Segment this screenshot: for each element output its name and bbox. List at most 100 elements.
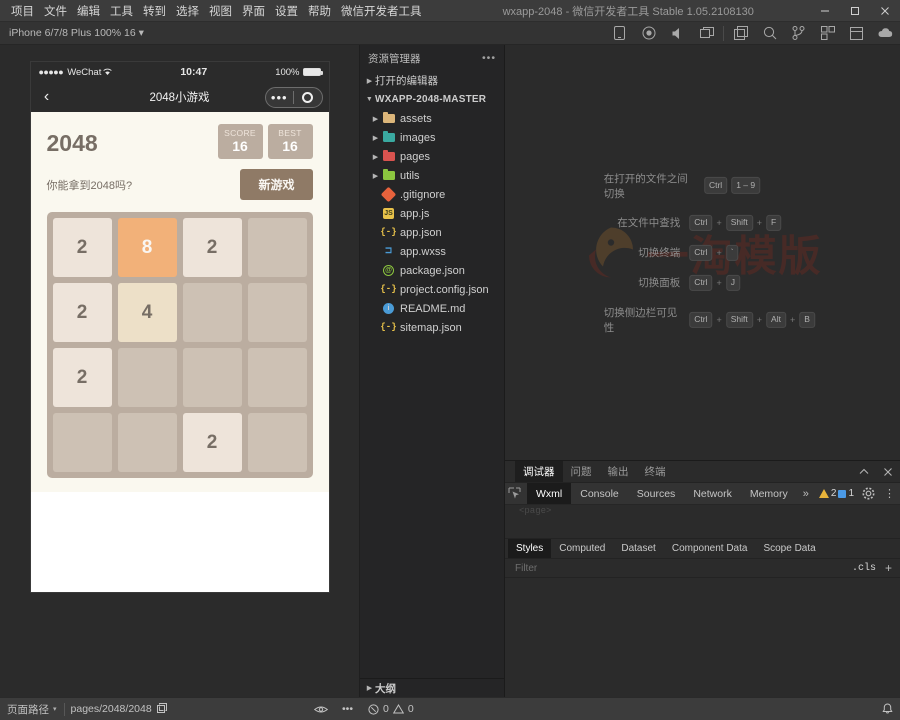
device-selector[interactable]: iPhone 6/7/8 Plus 100% 16 ▾ [0,27,144,39]
volume-icon[interactable] [663,22,692,44]
debugger-tab-2[interactable]: 输出 [600,461,637,482]
phone-icon[interactable] [605,22,634,44]
warning-triangle-icon [819,489,829,498]
file-tree-item-label: sitemap.json [400,322,462,334]
inspect-icon[interactable] [508,485,521,503]
game-board[interactable]: 2822422 [47,212,313,478]
key-joiner: + [716,217,721,227]
file-tree-item-sitemap-json[interactable]: {-}sitemap.json [360,318,504,337]
eye-icon[interactable] [307,698,335,720]
maximize-icon[interactable] [840,0,870,21]
close-icon[interactable] [870,0,900,21]
new-game-button[interactable]: 新游戏 [240,169,312,200]
bell-icon[interactable] [875,698,900,720]
copy-files-icon[interactable] [726,22,755,44]
gear-icon[interactable] [858,483,879,505]
json-file-icon: {-} [381,228,396,237]
file-tree-item-package-json[interactable]: @package.json [360,261,504,280]
open-editors-section[interactable]: ▶ 打开的编辑器 [360,71,504,90]
style-tab-computed[interactable]: Computed [551,539,613,558]
file-tree-item-project-config-json[interactable]: {-}project.config.json [360,280,504,299]
search-icon[interactable] [755,22,784,44]
back-chevron-icon[interactable]: ‹ [37,88,57,106]
page-path-selector[interactable]: 页面路径 ▾ [0,698,64,720]
file-tree-item-readme-md[interactable]: iREADME.md [360,299,504,318]
carrier-label: WeChat [67,67,101,78]
project-root-section[interactable]: ▼ WXAPP-2048-MASTER [360,90,504,109]
file-tree-item-images[interactable]: ▶images [360,128,504,147]
chevron-down-icon: ▼ [364,96,375,103]
folder-icon [381,152,396,161]
minimize-icon[interactable] [810,0,840,21]
outline-section[interactable]: ▶ 大纲 [360,678,504,697]
menu-item-7[interactable]: 界面 [237,0,270,21]
style-tab-dataset[interactable]: Dataset [613,539,663,558]
menu-item-2[interactable]: 编辑 [72,0,105,21]
menu-item-3[interactable]: 工具 [105,0,138,21]
file-tree-item--gitignore[interactable]: .gitignore [360,185,504,204]
copy-icon[interactable] [157,703,167,716]
devtools-tab-sources[interactable]: Sources [628,483,685,504]
board-cell-empty [118,413,177,472]
devtools-tab-console[interactable]: Console [571,483,628,504]
devtools-tab-wxml[interactable]: Wxml [527,483,571,504]
file-tree-item-app-js[interactable]: JSapp.js [360,204,504,223]
menu-item-5[interactable]: 选择 [171,0,204,21]
devtools-tab-network[interactable]: Network [684,483,741,504]
git-branch-icon[interactable] [784,22,813,44]
devtools-action-icons: ⋮ [858,483,900,505]
menu-item-4[interactable]: 转到 [138,0,171,21]
shortcut-row: 在打开的文件之间切换Ctrl1 – 9 [604,170,802,200]
capsule-close-icon[interactable] [294,92,322,103]
problems-indicator[interactable]: 0 0 [360,698,422,720]
debugger-tab-0[interactable]: 调试器 [515,461,563,482]
best-box: BEST 16 [268,124,313,159]
shortcut-label: 切换侧边栏可见性 [604,305,681,335]
menu-item-1[interactable]: 文件 [39,0,72,21]
board-cell-2: 2 [53,348,112,407]
record-icon[interactable] [634,22,663,44]
capsule-button[interactable]: ••• [265,87,323,108]
style-tab-styles[interactable]: Styles [508,539,551,558]
style-tab-scope-data[interactable]: Scope Data [755,539,823,558]
panel-icon[interactable] [842,22,871,44]
debugger-tab-1[interactable]: 问题 [563,461,600,482]
file-tree-item-pages[interactable]: ▶pages [360,147,504,166]
menu-item-9[interactable]: 帮助 [303,0,336,21]
cls-button[interactable]: .cls [847,563,881,574]
page-path-value-group[interactable]: pages/2048/2048 [65,698,173,720]
file-tree-item-app-wxss[interactable]: ⊐app.wxss [360,242,504,261]
issue-badges[interactable]: 2 1 [819,488,854,499]
file-tree-item-assets[interactable]: ▶assets [360,109,504,128]
explorer-more-icon[interactable]: ••• [482,52,496,64]
style-tab-component-data[interactable]: Component Data [664,539,756,558]
extensions-icon[interactable] [813,22,842,44]
kebab-menu-icon[interactable]: ⋮ [879,483,900,505]
cloud-icon[interactable] [871,22,900,44]
devtools-tab-memory[interactable]: Memory [741,483,797,504]
shortcut-row: 切换侧边栏可见性Ctrl+Shift+Alt+B [604,305,802,335]
key-joiner: + [716,315,721,325]
debugger-tab-3[interactable]: 终端 [637,461,674,482]
key-cap: Ctrl [704,177,727,193]
warning-badge[interactable]: 2 [819,488,837,499]
status-more-icon[interactable]: ••• [335,698,360,720]
add-rule-button[interactable]: + [881,561,896,575]
menu-item-6[interactable]: 视图 [204,0,237,21]
menu-item-8[interactable]: 设置 [270,0,303,21]
menu-item-0[interactable]: 项目 [6,0,39,21]
multiwindow-icon[interactable] [692,22,721,44]
filter-input[interactable] [515,563,847,574]
close-icon[interactable] [876,461,900,483]
warning-count: 2 [831,488,837,499]
wxml-tree-preview[interactable]: <page> [505,505,900,539]
file-tree-item-utils[interactable]: ▶utils [360,166,504,185]
file-tree-item-app-json[interactable]: {-}app.json [360,223,504,242]
chevron-up-icon[interactable] [852,461,876,483]
capsule-menu-icon[interactable]: ••• [266,91,294,104]
key-cap: J [726,275,740,291]
info-badge[interactable]: 1 [838,488,854,499]
score-box: SCORE 16 [218,124,263,159]
menu-item-10[interactable]: 微信开发者工具 [336,0,427,21]
more-tabs-icon[interactable]: » [797,488,815,500]
